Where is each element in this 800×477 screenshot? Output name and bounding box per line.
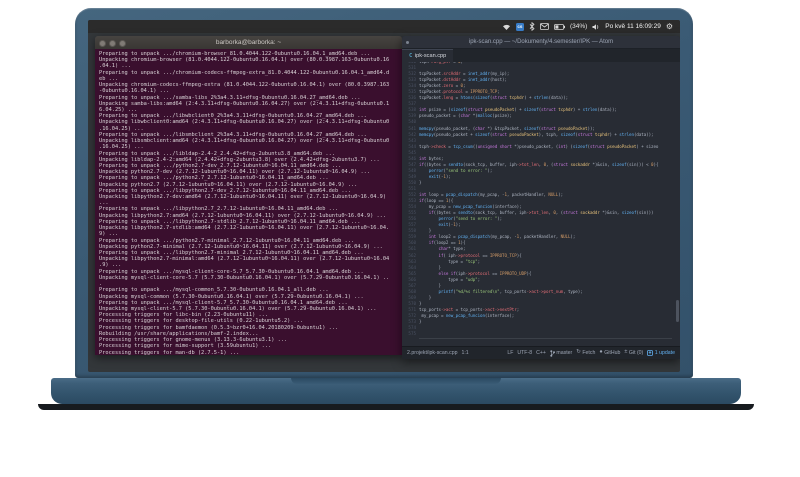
code-text: my_pcap = new_pcap_funcion(interface);: [419, 312, 515, 318]
code-text: pseudo_packet = (char *)malloc(psize);: [419, 113, 512, 119]
battery-icon[interactable]: [554, 23, 565, 30]
code-text: printf("%d/%s filtered\n", tcp_ports->ac…: [438, 288, 583, 294]
laptop-base-edge: [38, 404, 754, 410]
clock[interactable]: Po kvě 11 16:09:29: [605, 23, 661, 30]
editor-window: ipk-scan.cpp — ~/Dokumenty/4.semester/IP…: [402, 36, 680, 359]
status-branch[interactable]: master: [550, 349, 572, 357]
code-text: exit(-1);: [428, 173, 451, 179]
status-fetch[interactable]: ↻ Fetch: [576, 350, 595, 356]
editor-status-bar: 2.projekt/ipk-scan.cpp 1:1 LF UTF-8 C++ …: [402, 346, 680, 359]
terminal-line: Unpacking libpython2.7-minimal:amd64 (2.…: [99, 256, 390, 263]
code-editor[interactable]: 530tcph->urg_ptr = 0;531532tcpPacket.src…: [402, 62, 680, 346]
status-file-path[interactable]: 2.projekt/ipk-scan.cpp: [407, 350, 457, 356]
editor-tab-bar: C ipk-scan.cpp: [402, 49, 680, 62]
terminal-line: Unpacking libsmbclient:amd64 (2:4.3.11+d…: [99, 138, 390, 145]
terminal-line: Unpacking libpython2.7:amd64 (2.7.12-1ub…: [99, 212, 387, 219]
maximize-button[interactable]: [119, 40, 126, 47]
editor-titlebar[interactable]: ipk-scan.cpp — ~/Dokumenty/4.semester/IP…: [402, 36, 680, 49]
battery-percentage: (34%): [569, 23, 588, 30]
minimize-button[interactable]: [109, 40, 116, 47]
terminal-titlebar[interactable]: barborka@barborka: ~: [95, 36, 402, 49]
bluetooth-icon[interactable]: [529, 22, 535, 31]
code-line: 544 tcph->check = tcp_csum((unsigned shor…: [402, 144, 680, 150]
status-line-ending[interactable]: LF: [507, 350, 513, 356]
terminal-window: barborka@barborka: ~ Preparing to unpack…: [95, 36, 402, 355]
laptop-base: [51, 378, 741, 404]
sync-icon: ↻: [576, 349, 581, 356]
tab-ipk-scan[interactable]: C ipk-scan.cpp: [402, 49, 454, 62]
terminal-line: Preparing to unpack .../chromium-codecs-…: [99, 69, 390, 76]
status-github[interactable]: ● GitHub: [599, 350, 620, 356]
terminal-line: Preparing to unpack .../samba-libs_2%3a4…: [99, 94, 361, 101]
status-update[interactable]: 1 update: [647, 350, 675, 356]
line-number: 575: [408, 331, 416, 337]
code-text: memcpy(pseudo_packet + sizeof(struct pse…: [419, 131, 654, 137]
terminal-line: Unpacking mysql-common (5.7.30-0ubuntu0.…: [99, 293, 364, 300]
close-button[interactable]: [99, 40, 106, 47]
status-cursor-position[interactable]: 1:1: [461, 350, 468, 356]
keyboard-layout-icon[interactable]: cs: [515, 22, 524, 31]
git-diff-icon: ±: [624, 349, 628, 356]
tab-label: ipk-scan.cpp: [414, 53, 447, 59]
wifi-icon[interactable]: [502, 23, 511, 31]
terminal-line: Processing triggers for man-db (2.7.5-1)…: [99, 349, 240, 356]
c-icon: C: [409, 53, 413, 59]
code-line: 542 memcpy(pseudo_packet + sizeof(struct …: [402, 132, 680, 138]
terminal-line: Unpacking chromium-browser (81.0.4044.12…: [99, 57, 390, 64]
code-text: tcpPacket.leng = htons(sizeof(struct tcp…: [419, 95, 569, 101]
terminal-line: Preparing to unpack .../mysql-client-cor…: [99, 268, 364, 275]
code-text: }: [419, 179, 422, 185]
github-icon: ●: [599, 349, 603, 356]
code-lines: 530tcph->urg_ptr = 0;531532tcpPacket.src…: [402, 62, 680, 340]
terminal-title: barborka@barborka: ~: [215, 39, 282, 46]
laptop-screen-bezel: cs (34%) Po kvě 11 16:09:29 ⚙ barborka@b…: [75, 8, 693, 378]
terminal-line: Unpacking python2.7 (2.7.12-1ubuntu0~16.…: [99, 181, 358, 188]
status-language[interactable]: C++: [536, 350, 546, 356]
branch-icon: [550, 349, 555, 357]
package-update-icon: [647, 350, 654, 356]
status-encoding[interactable]: UTF-8: [517, 350, 532, 356]
terminal-line: Unpacking samba-libs:amd64 (2:4.3.11+dfs…: [99, 100, 390, 107]
scrollbar[interactable]: [676, 300, 679, 322]
code-text: tcph->check = tcp_csum((unsigned short *…: [419, 143, 659, 149]
terminal-line: Unpacking libpython2.7-stdlib:amd64 (2.7…: [99, 225, 390, 232]
status-git[interactable]: ± Git (0): [624, 350, 643, 356]
mail-icon[interactable]: [540, 23, 549, 30]
terminal-line: Unpacking libwbclient0:amd64 (2:4.3.11+d…: [99, 119, 390, 126]
end-of-file-divider: [419, 338, 672, 340]
session-gear-icon[interactable]: ⚙: [666, 22, 673, 31]
window-buttons: [99, 40, 126, 47]
terminal-line: Preparing to unpack .../python2.7-minima…: [99, 237, 355, 244]
top-panel: cs (34%) Po kvě 11 16:09:29 ⚙: [88, 20, 680, 33]
laptop-base-notch: [291, 378, 501, 384]
code-text: }: [419, 319, 422, 325]
editor-title: ipk-scan.cpp — ~/Dokumenty/4.semester/IP…: [468, 39, 614, 45]
volume-icon[interactable]: [592, 23, 600, 31]
terminal-line: Unpacking mysql-client-core-5.7 (5.7.30-…: [99, 274, 390, 281]
terminal-body[interactable]: Preparing to unpack .../chromium-browser…: [95, 49, 402, 355]
window-icon: [406, 40, 409, 44]
code-text: tcph->urg_ptr = 0;: [419, 62, 463, 65]
terminal-line: Unpacking libpython2.7-dev:amd64 (2.7.12…: [99, 194, 387, 201]
code-line: 575: [402, 331, 680, 337]
laptop-screen: cs (34%) Po kvě 11 16:09:29 ⚙ barborka@b…: [88, 20, 680, 372]
